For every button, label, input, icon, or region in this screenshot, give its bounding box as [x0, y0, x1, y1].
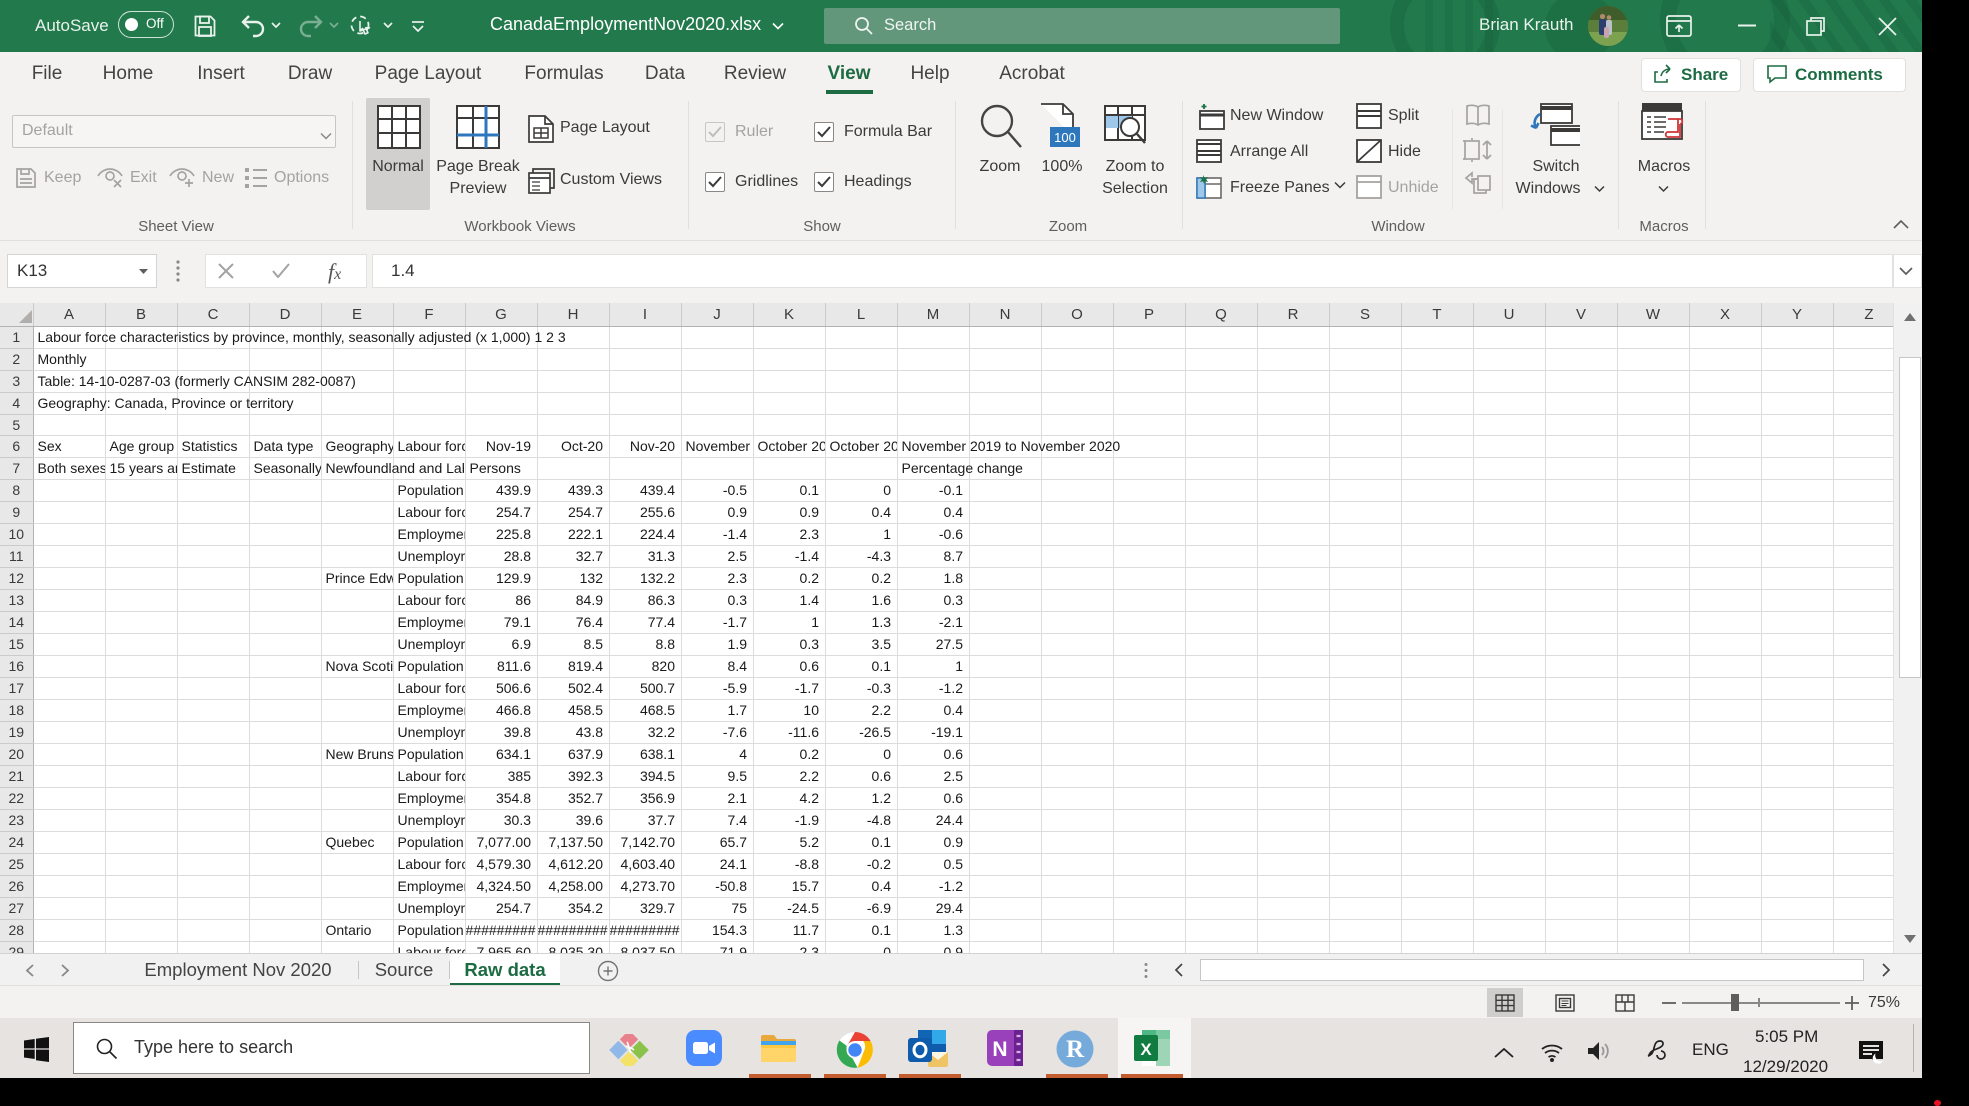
svg-text:X: X — [1140, 1040, 1152, 1059]
svg-text:R: R — [1066, 1036, 1085, 1063]
svg-text:N: N — [992, 1038, 1007, 1061]
svg-text:100: 100 — [1054, 130, 1076, 145]
